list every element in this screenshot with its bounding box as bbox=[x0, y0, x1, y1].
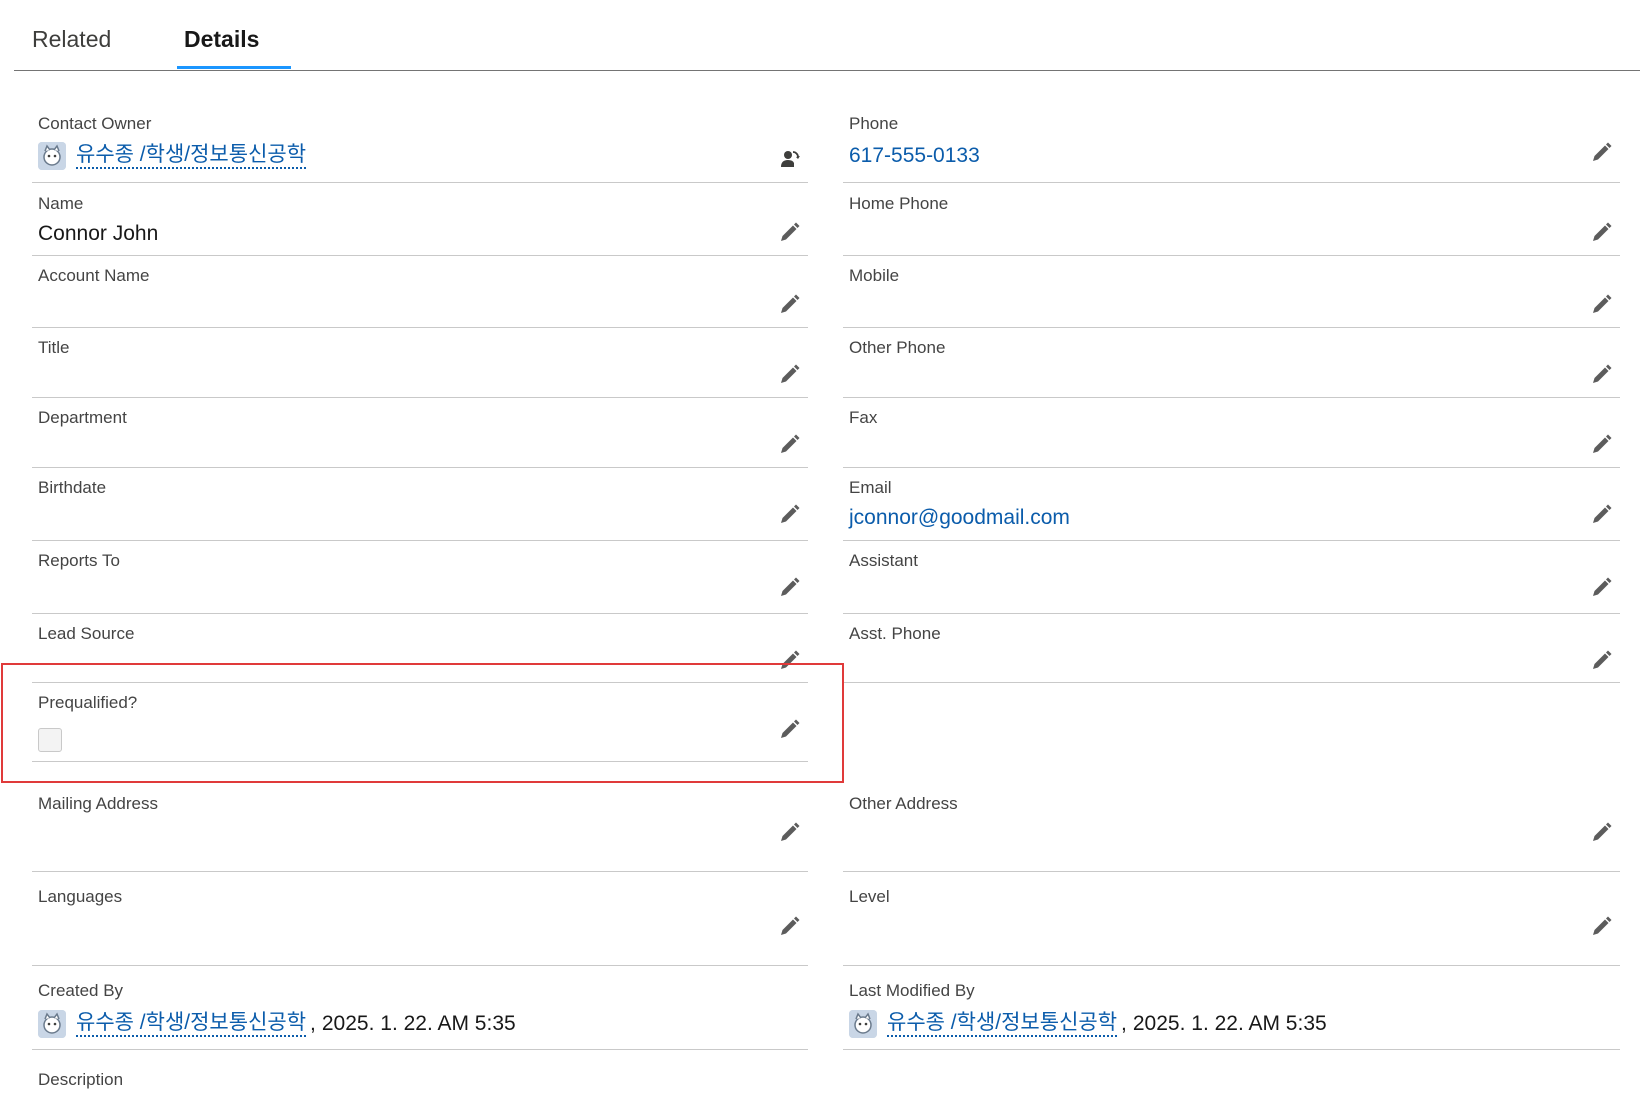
last-modified-by-field: Last Modified By 유수종 /학생/정보통신공학 , 2025. … bbox=[843, 966, 1620, 1050]
field-label: Title bbox=[38, 338, 70, 357]
phone-field: Phone 617-555-0133 bbox=[843, 110, 1620, 183]
email-link[interactable]: jconnor@goodmail.com bbox=[849, 506, 1070, 530]
mobile-field: Mobile bbox=[843, 256, 1620, 328]
email-field: Email jconnor@goodmail.com bbox=[843, 468, 1620, 541]
highlight-box bbox=[1, 663, 844, 783]
field-label: Name bbox=[38, 194, 84, 213]
description-field: Description bbox=[32, 1060, 1620, 1108]
last-modified-by-value: 유수종 /학생/정보통신공학 , 2025. 1. 22. AM 5:35 bbox=[849, 1010, 1327, 1038]
pencil-icon[interactable] bbox=[778, 577, 800, 599]
owner-value: 유수종 /학생/정보통신공학 bbox=[38, 142, 307, 170]
department-field: Department bbox=[32, 398, 808, 468]
pencil-icon[interactable] bbox=[778, 294, 800, 316]
pencil-icon[interactable] bbox=[778, 222, 800, 244]
field-label: Assistant bbox=[849, 551, 918, 570]
pencil-icon[interactable] bbox=[1590, 364, 1612, 386]
phone-link[interactable]: 617-555-0133 bbox=[849, 144, 980, 168]
pencil-icon[interactable] bbox=[1590, 650, 1612, 672]
contact-owner-field: Contact Owner 유수종 /학생/정보통신공학 bbox=[32, 110, 808, 183]
birthdate-field: Birthdate bbox=[32, 468, 808, 541]
created-date: 2025. 1. 22. AM 5:35 bbox=[321, 1012, 516, 1035]
other-address-field: Other Address bbox=[843, 785, 1620, 872]
user-avatar-icon bbox=[38, 1010, 66, 1038]
tab-bar: Related Details bbox=[14, 0, 1640, 71]
account-name-field: Account Name bbox=[32, 256, 808, 328]
field-label: Phone bbox=[849, 114, 899, 133]
separator: , bbox=[1121, 1012, 1127, 1035]
created-by-field: Created By 유수종 /학생/정보통신공학 , 2025. 1. 22.… bbox=[32, 966, 808, 1050]
field-label: Lead Source bbox=[38, 624, 135, 643]
asst-phone-field: Asst. Phone bbox=[843, 614, 1620, 683]
user-avatar-icon bbox=[849, 1010, 877, 1038]
pencil-icon[interactable] bbox=[1590, 822, 1612, 844]
change-owner-icon[interactable] bbox=[778, 148, 800, 170]
field-label: Contact Owner bbox=[38, 114, 152, 133]
field-label: Other Phone bbox=[849, 338, 946, 357]
field-label: Last Modified By bbox=[849, 981, 975, 1000]
owner-link[interactable]: 유수종 /학생/정보통신공학 bbox=[76, 143, 307, 169]
last-modified-by-link[interactable]: 유수종 /학생/정보통신공학 bbox=[887, 1011, 1118, 1037]
name-field: Name Connor John bbox=[32, 184, 808, 256]
field-label: Account Name bbox=[38, 266, 150, 285]
created-by-value: 유수종 /학생/정보통신공학 , 2025. 1. 22. AM 5:35 bbox=[38, 1010, 516, 1038]
field-label: Home Phone bbox=[849, 194, 949, 213]
field-label: Level bbox=[849, 887, 890, 906]
field-label: Birthdate bbox=[38, 478, 107, 497]
pencil-icon[interactable] bbox=[1590, 222, 1612, 244]
pencil-icon[interactable] bbox=[778, 364, 800, 386]
field-label: Email bbox=[849, 478, 892, 497]
assistant-field: Assistant bbox=[843, 541, 1620, 614]
pencil-icon[interactable] bbox=[1590, 294, 1612, 316]
tab-details[interactable]: Details bbox=[184, 26, 259, 53]
other-phone-field: Other Phone bbox=[843, 328, 1620, 398]
field-label: Department bbox=[38, 408, 127, 427]
field-label: Reports To bbox=[38, 551, 120, 570]
active-tab-indicator bbox=[177, 66, 291, 69]
field-label: Mobile bbox=[849, 266, 900, 285]
reports-to-field: Reports To bbox=[32, 541, 808, 614]
pencil-icon[interactable] bbox=[1590, 577, 1612, 599]
field-label: Description bbox=[38, 1070, 124, 1089]
separator: , bbox=[310, 1012, 316, 1035]
field-label: Fax bbox=[849, 408, 878, 427]
languages-field: Languages bbox=[32, 872, 808, 966]
mailing-address-field: Mailing Address bbox=[32, 785, 808, 872]
title-field: Title bbox=[32, 328, 808, 398]
field-label: Other Address bbox=[849, 794, 958, 813]
pencil-icon[interactable] bbox=[1590, 142, 1612, 164]
pencil-icon[interactable] bbox=[778, 504, 800, 526]
modified-date: 2025. 1. 22. AM 5:35 bbox=[1132, 1012, 1327, 1035]
name-value: Connor John bbox=[38, 222, 159, 245]
pencil-icon[interactable] bbox=[1590, 916, 1612, 938]
field-label: Languages bbox=[38, 887, 123, 906]
created-by-link[interactable]: 유수종 /학생/정보통신공학 bbox=[76, 1011, 307, 1037]
pencil-icon[interactable] bbox=[1590, 504, 1612, 526]
field-label: Mailing Address bbox=[38, 794, 159, 813]
user-avatar-icon bbox=[38, 142, 66, 170]
field-label: Created By bbox=[38, 981, 124, 1000]
level-field: Level bbox=[843, 872, 1620, 966]
home-phone-field: Home Phone bbox=[843, 184, 1620, 256]
field-label: Asst. Phone bbox=[849, 624, 941, 643]
tab-related[interactable]: Related bbox=[32, 26, 111, 53]
pencil-icon[interactable] bbox=[778, 822, 800, 844]
pencil-icon[interactable] bbox=[778, 916, 800, 938]
pencil-icon[interactable] bbox=[1590, 434, 1612, 456]
fax-field: Fax bbox=[843, 398, 1620, 468]
pencil-icon[interactable] bbox=[778, 434, 800, 456]
